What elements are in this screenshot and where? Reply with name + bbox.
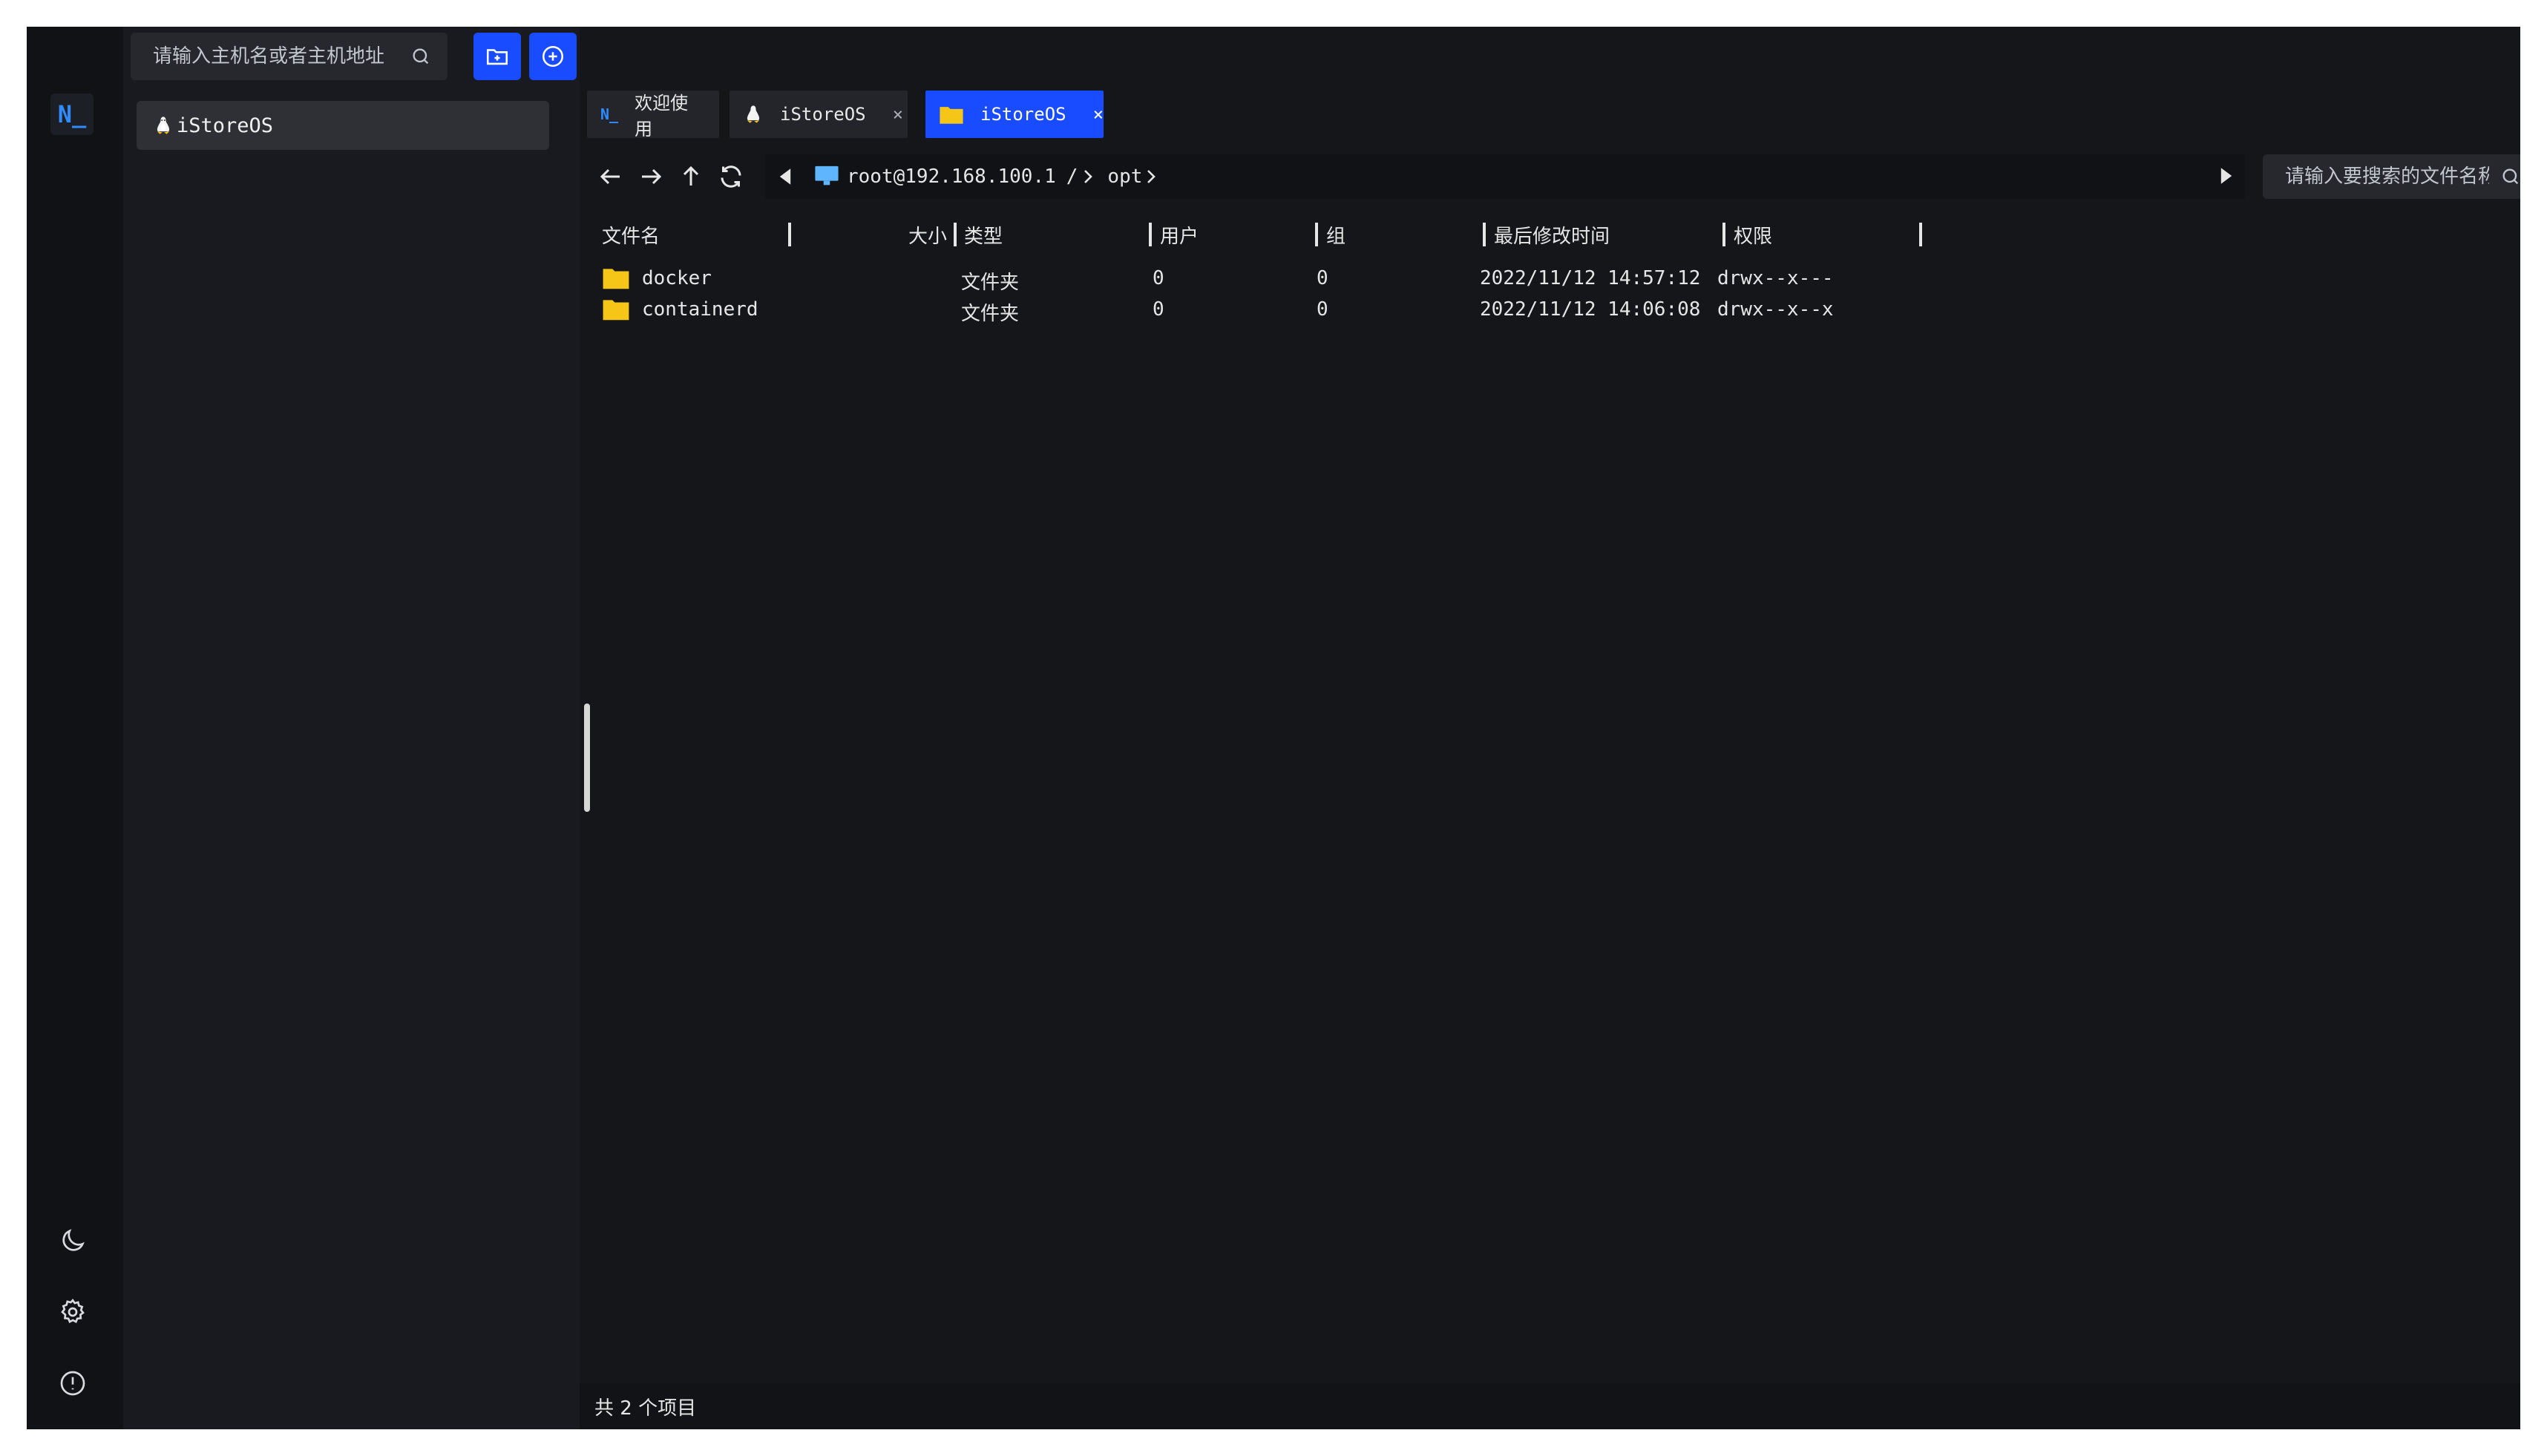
computer-icon xyxy=(815,165,839,186)
file-toolbar: root@192.168.100.1 / opt xyxy=(580,151,2520,202)
file-permissions: drwx--x--- xyxy=(1717,267,1834,289)
up-arrow-icon[interactable] xyxy=(676,162,706,191)
linux-tux-icon xyxy=(157,117,170,134)
moon-icon[interactable] xyxy=(56,1224,89,1257)
forward-arrow-icon[interactable] xyxy=(636,162,666,191)
breadcrumb-opt-label: opt xyxy=(1107,165,1143,188)
app-window: N_ iStoreOS N_ 欢迎使用 xyxy=(27,27,2520,1429)
file-type: 文件夹 xyxy=(961,272,1020,294)
scroll-left-icon[interactable] xyxy=(778,167,792,186)
file-mtime: 2022/11/12 14:06:08 xyxy=(1480,298,1701,321)
host-search-input[interactable] xyxy=(153,45,398,68)
back-arrow-icon[interactable] xyxy=(596,162,626,191)
left-rail: N_ xyxy=(27,27,123,1429)
column-resizer[interactable] xyxy=(954,223,957,246)
tab-welcome[interactable]: N_ 欢迎使用 xyxy=(587,91,719,140)
tab-bar: N_ 欢迎使用 iStoreOS × iStoreOS × xyxy=(580,91,2520,140)
file-search-input[interactable] xyxy=(2285,165,2489,188)
file-group: 0 xyxy=(1317,267,1328,289)
folder-plus-icon xyxy=(486,49,508,65)
scroll-right-icon[interactable] xyxy=(2220,166,2233,186)
refresh-icon[interactable] xyxy=(716,162,746,191)
column-resizer[interactable] xyxy=(1919,223,1922,246)
host-item-istoreos[interactable]: iStoreOS xyxy=(137,101,549,150)
file-table-header: 文件名 大小 类型 用户 组 最后修改时间 权限 xyxy=(580,212,2520,254)
column-header-type[interactable]: 类型 xyxy=(964,221,1003,249)
file-name: docker xyxy=(642,267,712,289)
table-row[interactable]: containerd 文件夹 0 0 2022/11/12 14:06:08 d… xyxy=(580,295,2520,325)
search-icon[interactable] xyxy=(410,46,431,67)
plus-circle-icon xyxy=(542,45,564,68)
column-resizer[interactable] xyxy=(1722,223,1725,246)
search-icon[interactable] xyxy=(2500,166,2520,187)
path-bar: root@192.168.100.1 / opt xyxy=(765,154,2245,199)
folder-icon xyxy=(603,300,629,321)
tab-label: iStoreOS xyxy=(780,104,866,125)
close-icon[interactable]: × xyxy=(893,104,903,125)
breadcrumb-host-label: root@192.168.100.1 xyxy=(847,165,1056,188)
info-icon[interactable] xyxy=(56,1367,89,1400)
file-permissions: drwx--x--x xyxy=(1717,298,1834,321)
linux-tux-icon xyxy=(743,104,764,125)
column-resizer[interactable] xyxy=(1149,223,1152,246)
host-panel: iStoreOS xyxy=(123,27,580,1429)
file-search-box[interactable] xyxy=(2263,154,2520,199)
close-icon[interactable]: × xyxy=(1093,104,1104,125)
new-folder-button[interactable] xyxy=(473,33,521,80)
column-header-mtime[interactable]: 最后修改时间 xyxy=(1494,221,1610,249)
column-header-user[interactable]: 用户 xyxy=(1160,221,1199,249)
file-mtime: 2022/11/12 14:57:12 xyxy=(1480,267,1701,289)
tab-label: iStoreOS xyxy=(980,104,1066,125)
host-search-box[interactable] xyxy=(131,33,448,80)
host-item-label: iStoreOS xyxy=(177,114,274,137)
file-user: 0 xyxy=(1153,267,1164,289)
main-area: N_ 欢迎使用 iStoreOS × iStoreOS × root@192.1… xyxy=(580,27,2520,1429)
tab-label: 欢迎使用 xyxy=(635,93,689,140)
tab-istoreos-files[interactable]: iStoreOS × xyxy=(925,91,1104,138)
folder-icon xyxy=(603,269,629,289)
panel-resize-handle[interactable] xyxy=(584,704,590,812)
item-count: 共 2 个项目 xyxy=(594,1397,697,1420)
column-header-permissions[interactable]: 权限 xyxy=(1734,221,1772,249)
column-header-name[interactable]: 文件名 xyxy=(602,221,660,249)
file-user: 0 xyxy=(1153,298,1164,321)
tab-istoreos-terminal[interactable]: iStoreOS × xyxy=(730,91,908,138)
app-logo-icon[interactable]: N_ xyxy=(50,94,94,135)
column-resizer[interactable] xyxy=(1483,223,1486,246)
gear-icon[interactable] xyxy=(56,1296,89,1328)
file-group: 0 xyxy=(1317,298,1328,321)
column-header-group[interactable]: 组 xyxy=(1326,221,1345,249)
column-resizer[interactable] xyxy=(1315,223,1318,246)
folder-icon xyxy=(939,103,964,125)
breadcrumb-opt[interactable]: opt xyxy=(1107,165,1157,188)
app-logo-icon: N_ xyxy=(600,105,619,123)
column-resizer[interactable] xyxy=(788,223,791,246)
status-bar: 共 2 个项目 xyxy=(580,1383,2520,1429)
chevron-right-icon xyxy=(1147,170,1156,183)
chevron-right-icon xyxy=(1084,170,1093,183)
breadcrumb-root[interactable]: / xyxy=(1066,165,1078,188)
column-header-size[interactable]: 大小 xyxy=(908,221,947,249)
add-host-button[interactable] xyxy=(529,33,577,80)
file-type: 文件夹 xyxy=(961,303,1020,325)
file-name: containerd xyxy=(642,298,758,321)
table-row[interactable]: docker 文件夹 0 0 2022/11/12 14:57:12 drwx-… xyxy=(580,264,2520,294)
breadcrumb-host[interactable]: root@192.168.100.1 / xyxy=(814,165,1094,188)
